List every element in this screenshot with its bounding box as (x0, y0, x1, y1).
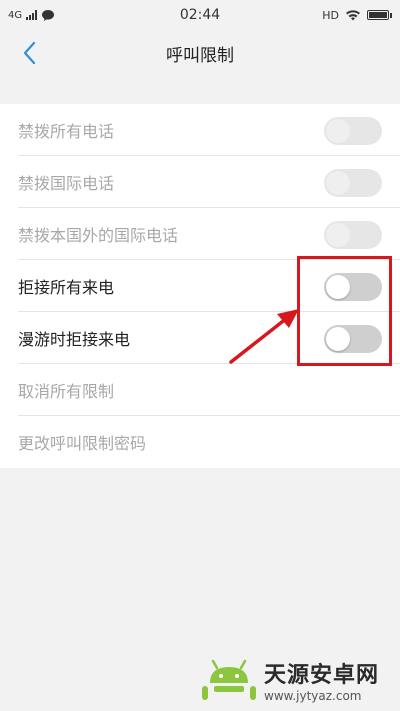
status-bar: 4G 02:44 HD (0, 0, 400, 30)
watermark-title: 天源安卓网 (264, 663, 380, 688)
setting-row-bar-international-except-home: 禁拨本国外的国际电话 (0, 208, 400, 260)
android-logo-icon (202, 659, 256, 700)
setting-row-bar-international: 禁拨国际电话 (0, 156, 400, 208)
network-type: 4G (8, 9, 23, 21)
settings-list: 禁拨所有电话 禁拨国际电话 禁拨本国外的国际电话 拒接所有来电 漫游时拒接来电 … (0, 104, 400, 468)
title-bar: 呼叫限制 (0, 30, 400, 76)
back-button[interactable] (14, 40, 44, 66)
wifi-icon (346, 10, 360, 21)
setting-label: 禁拨国际电话 (18, 174, 115, 193)
page-title: 呼叫限制 (166, 45, 234, 66)
setting-row-cancel-all[interactable]: 取消所有限制 (0, 364, 400, 416)
chevron-left-icon (23, 41, 36, 65)
toggle-switch[interactable] (324, 325, 382, 353)
toggle-switch[interactable] (324, 117, 382, 145)
setting-label: 禁拨所有电话 (18, 122, 115, 141)
setting-label: 取消所有限制 (18, 382, 115, 401)
toggle-switch[interactable] (324, 169, 382, 197)
setting-label: 漫游时拒接来电 (18, 330, 131, 349)
message-icon (42, 9, 55, 21)
toggle-switch[interactable] (324, 273, 382, 301)
watermark-url: www.jytyaz.com (264, 689, 362, 703)
signal-icon (26, 10, 38, 20)
setting-row-reject-incoming-roaming: 漫游时拒接来电 (0, 312, 400, 364)
watermark: 天源安卓网 www.jytyaz.com (200, 655, 379, 705)
watermark-text: 天源安卓网 www.jytyaz.com (264, 657, 379, 703)
setting-label: 更改呼叫限制密码 (18, 434, 147, 453)
battery-tip (390, 12, 392, 18)
setting-label: 禁拨本国外的国际电话 (18, 226, 179, 245)
setting-row-change-password[interactable]: 更改呼叫限制密码 (0, 416, 400, 468)
setting-row-reject-all-incoming: 拒接所有来电 (0, 260, 400, 312)
toggle-switch[interactable] (324, 221, 382, 249)
hd-label: HD (322, 8, 339, 22)
battery-icon (367, 10, 389, 20)
setting-row-bar-all-outgoing: 禁拨所有电话 (0, 104, 400, 156)
setting-label: 拒接所有来电 (18, 278, 115, 297)
